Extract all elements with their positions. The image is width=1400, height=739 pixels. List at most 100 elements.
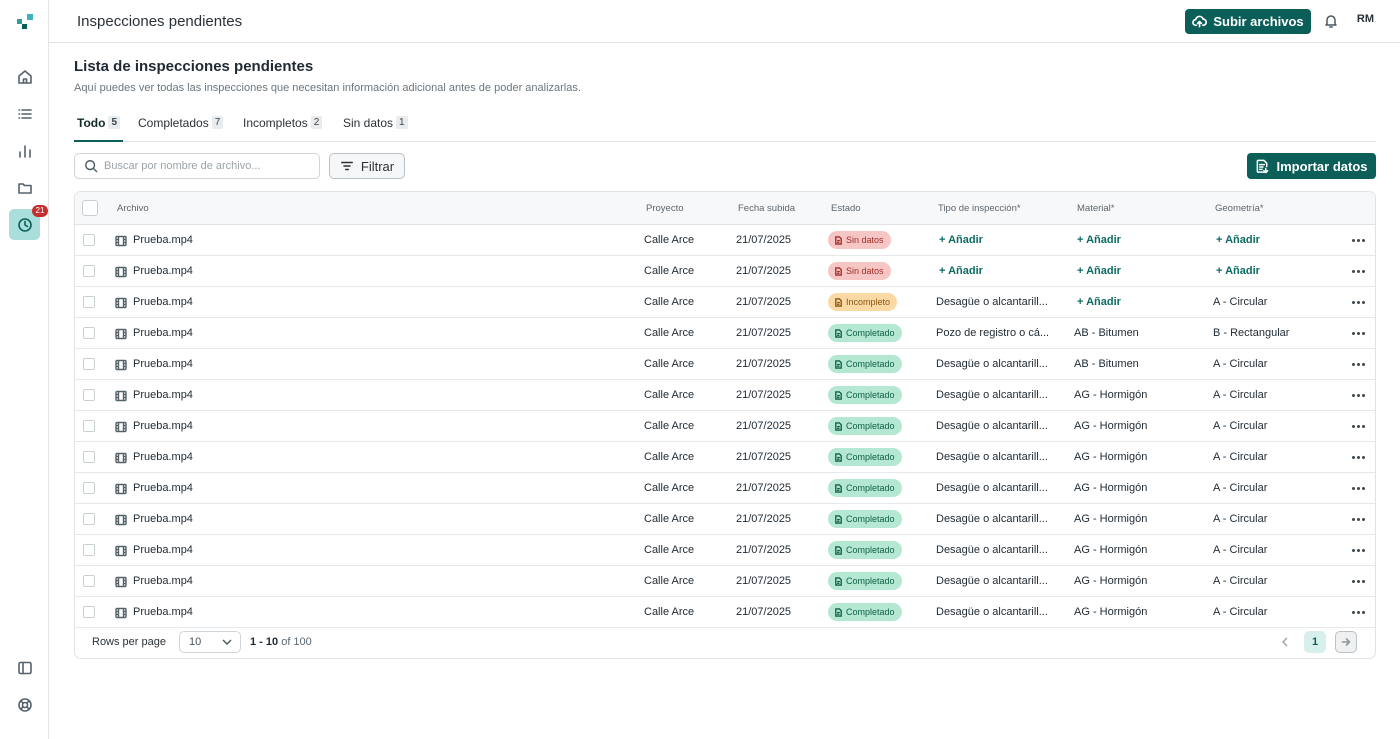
row-more-options-button[interactable] xyxy=(1352,363,1365,366)
inspection-type[interactable]: + Añadir xyxy=(939,234,983,246)
table-row[interactable]: Prueba.mp4 Calle Arce 21/07/2025 Completado… xyxy=(75,411,1375,442)
sidebar-item-analytics[interactable] xyxy=(9,135,40,166)
row-checkbox[interactable] xyxy=(83,420,95,432)
row-checkbox[interactable] xyxy=(83,358,95,370)
table-row[interactable]: Prueba.mp4 Calle Arce 21/07/2025 Sin datos +… xyxy=(75,256,1375,287)
inspection-type: Desagüe o alcantarill... xyxy=(936,358,1048,370)
column-header-material[interactable]: Material* xyxy=(1077,203,1115,214)
tab-label: Todo xyxy=(77,116,106,130)
column-header-date[interactable]: Fecha subida xyxy=(738,203,795,214)
bell-icon xyxy=(1325,15,1337,28)
page-button-current[interactable]: 1 xyxy=(1304,631,1326,653)
material[interactable]: + Añadir xyxy=(1077,234,1121,246)
sidebar-toggle-button[interactable] xyxy=(9,652,40,683)
geometry[interactable]: + Añadir xyxy=(1216,265,1260,277)
column-header-project[interactable]: Proyecto xyxy=(646,203,684,214)
folder-icon xyxy=(17,182,32,194)
upload-date: 21/07/2025 xyxy=(736,327,792,339)
tab-completados[interactable]: Completados 7 xyxy=(135,116,226,142)
row-checkbox[interactable] xyxy=(83,544,95,556)
table-row[interactable]: Prueba.mp4 Calle Arce 21/07/2025 Completado… xyxy=(75,473,1375,504)
table-row[interactable]: Prueba.mp4 Calle Arce 21/07/2025 Completado… xyxy=(75,349,1375,380)
row-checkbox[interactable] xyxy=(83,575,95,587)
tab-todo[interactable]: Todo 5 xyxy=(74,116,123,142)
help-button[interactable] xyxy=(9,689,40,720)
row-more-options-button[interactable] xyxy=(1352,301,1365,304)
inspections-table: Archivo Proyecto Fecha subida Estado Tip… xyxy=(74,191,1376,659)
table-row[interactable]: Prueba.mp4 Calle Arce 21/07/2025 Incompleto… xyxy=(75,287,1375,318)
previous-page-button[interactable] xyxy=(1274,631,1296,653)
filter-button[interactable]: Filtrar xyxy=(329,153,405,179)
row-checkbox[interactable] xyxy=(83,451,95,463)
panel-icon xyxy=(17,661,32,674)
file-name: Prueba.mp4 xyxy=(133,389,193,401)
table-row[interactable]: Prueba.mp4 Calle Arce 21/07/2025 Completado… xyxy=(75,318,1375,349)
upload-files-button[interactable]: Subir archivos xyxy=(1185,9,1311,34)
user-avatar[interactable]: RM xyxy=(1357,13,1374,25)
upload-date: 21/07/2025 xyxy=(736,482,792,494)
row-checkbox[interactable] xyxy=(83,606,95,618)
row-more-options-button[interactable] xyxy=(1352,611,1365,614)
table-row[interactable]: Prueba.mp4 Calle Arce 21/07/2025 Sin datos +… xyxy=(75,225,1375,256)
tab-label: Completados xyxy=(138,116,209,130)
row-more-options-button[interactable] xyxy=(1352,270,1365,273)
status-label: Completado xyxy=(846,576,895,586)
column-header-type[interactable]: Tipo de inspección* xyxy=(938,203,1021,214)
project-name: Calle Arce xyxy=(644,513,695,525)
row-more-options-button[interactable] xyxy=(1352,239,1365,242)
rows-per-page-select[interactable]: 10 xyxy=(179,631,241,653)
section-subtitle: Aquí puedes ver todas las inspecciones q… xyxy=(74,82,581,94)
search-box xyxy=(74,153,320,179)
inspection-type[interactable]: + Añadir xyxy=(939,265,983,277)
row-checkbox[interactable] xyxy=(83,389,95,401)
row-more-options-button[interactable] xyxy=(1352,332,1365,335)
tab-incompletos[interactable]: Incompletos 2 xyxy=(240,116,325,142)
column-header-geometry[interactable]: Geometría* xyxy=(1215,203,1264,214)
row-more-options-button[interactable] xyxy=(1352,456,1365,459)
table-row[interactable]: Prueba.mp4 Calle Arce 21/07/2025 Completado… xyxy=(75,380,1375,411)
inspection-type: Desagüe o alcantarill... xyxy=(936,544,1048,556)
table-row[interactable]: Prueba.mp4 Calle Arce 21/07/2025 Completado… xyxy=(75,442,1375,473)
material[interactable]: + Añadir xyxy=(1077,265,1121,277)
chevron-down-icon xyxy=(222,639,232,645)
project-name: Calle Arce xyxy=(644,482,695,494)
sidebar-item-list[interactable] xyxy=(9,98,40,129)
sidebar-item-pending[interactable]: 21 xyxy=(9,205,48,240)
import-data-button[interactable]: Importar datos xyxy=(1247,153,1376,179)
sidebar: 21 xyxy=(0,0,49,739)
row-checkbox[interactable] xyxy=(83,513,95,525)
status-label: Completado xyxy=(846,483,895,493)
row-checkbox[interactable] xyxy=(83,234,95,246)
row-checkbox[interactable] xyxy=(83,296,95,308)
row-checkbox[interactable] xyxy=(83,327,95,339)
row-more-options-button[interactable] xyxy=(1352,394,1365,397)
table-row[interactable]: Prueba.mp4 Calle Arce 21/07/2025 Completado… xyxy=(75,504,1375,535)
row-checkbox[interactable] xyxy=(83,265,95,277)
notifications-button[interactable] xyxy=(1323,13,1339,29)
tab-sin-datos[interactable]: Sin datos 1 xyxy=(340,116,411,142)
column-header-file[interactable]: Archivo xyxy=(117,203,149,214)
search-input[interactable] xyxy=(104,160,304,172)
table-row[interactable]: Prueba.mp4 Calle Arce 21/07/2025 Completado… xyxy=(75,566,1375,597)
select-all-checkbox[interactable] xyxy=(82,200,98,216)
table-row[interactable]: Prueba.mp4 Calle Arce 21/07/2025 Completado… xyxy=(75,535,1375,566)
row-more-options-button[interactable] xyxy=(1352,518,1365,521)
next-page-button[interactable] xyxy=(1335,631,1357,653)
sidebar-item-folders[interactable] xyxy=(9,172,40,203)
status-label: Sin datos xyxy=(846,235,884,245)
row-more-options-button[interactable] xyxy=(1352,425,1365,428)
row-checkbox[interactable] xyxy=(83,482,95,494)
video-file-icon xyxy=(115,606,127,619)
row-more-options-button[interactable] xyxy=(1352,580,1365,583)
geometry: A - Circular xyxy=(1213,420,1268,432)
column-header-status[interactable]: Estado xyxy=(831,203,861,214)
material[interactable]: + Añadir xyxy=(1077,296,1121,308)
sidebar-item-home[interactable] xyxy=(9,61,40,92)
inspection-type: Pozo de registro o cá... xyxy=(936,327,1050,339)
geometry[interactable]: + Añadir xyxy=(1216,234,1260,246)
table-row[interactable]: Prueba.mp4 Calle Arce 21/07/2025 Completado… xyxy=(75,597,1375,628)
app-logo[interactable] xyxy=(17,14,33,30)
row-more-options-button[interactable] xyxy=(1352,487,1365,490)
row-more-options-button[interactable] xyxy=(1352,549,1365,552)
upload-date: 21/07/2025 xyxy=(736,234,792,246)
